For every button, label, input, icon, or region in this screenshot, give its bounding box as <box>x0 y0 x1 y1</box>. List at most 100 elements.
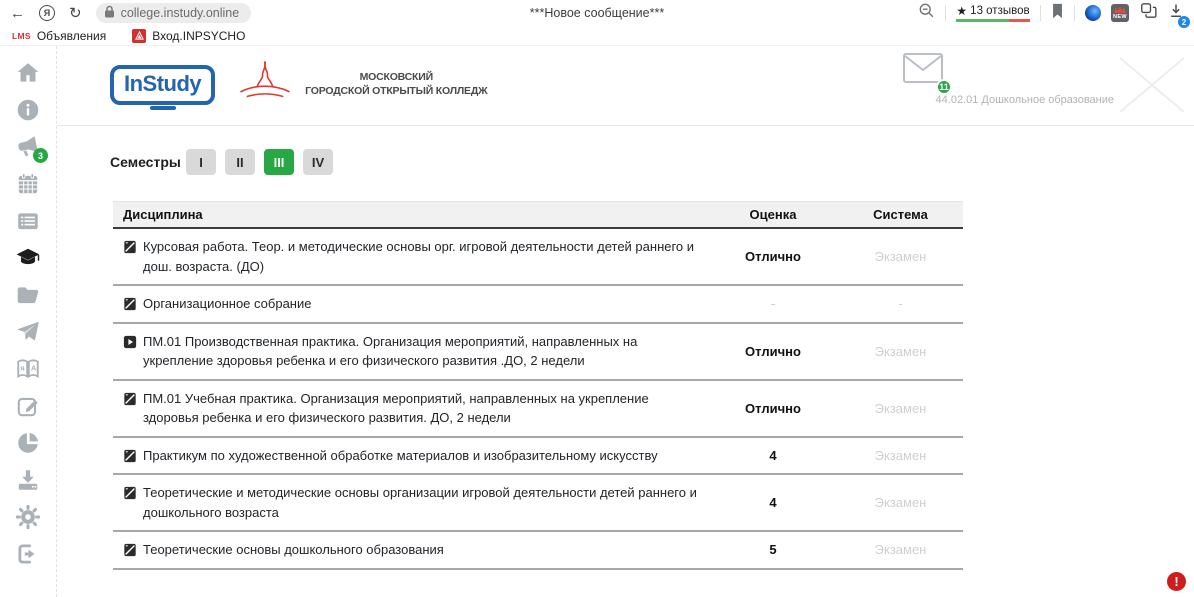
grade-value: Отлично <box>708 249 838 264</box>
announcements-badge: 3 <box>33 148 48 163</box>
back-button[interactable]: ← <box>10 5 25 22</box>
grade-value: Отлично <box>708 401 838 416</box>
divider <box>1074 5 1075 21</box>
sidebar-item-grades[interactable] <box>14 244 42 272</box>
semester-button-I[interactable]: I <box>186 149 216 175</box>
mail-button[interactable]: 11 <box>902 52 944 89</box>
sidebar-item-logout[interactable] <box>14 540 42 568</box>
main-content: InStudy МО <box>57 46 1194 597</box>
sidebar-item-settings[interactable] <box>14 503 42 531</box>
grade-value: - <box>708 296 838 311</box>
mail-badge: 11 <box>936 79 952 95</box>
discipline-title: Практикум по художественной обработке ма… <box>143 446 658 466</box>
zoom-out-icon[interactable] <box>918 2 935 24</box>
table-row[interactable]: ПМ.01 Производственная практика. Организ… <box>113 324 963 381</box>
table-row[interactable]: Практикум по художественной обработке ма… <box>113 438 963 476</box>
instudy-logo[interactable]: InStudy <box>110 65 215 105</box>
refresh-button[interactable]: ↻ <box>69 4 82 22</box>
sidebar-item-journal[interactable] <box>14 207 42 235</box>
extension-new-icon[interactable]: NEW <box>1111 4 1129 22</box>
sidebar-item-info[interactable] <box>14 96 42 124</box>
table-row[interactable]: Организационное собрание - - <box>113 286 963 324</box>
book-icon <box>123 392 137 406</box>
grades-table: Дисциплина Оценка Система Курсовая работ… <box>113 201 963 570</box>
sidebar-item-edit[interactable] <box>14 392 42 420</box>
semesters-row: Семестры IIIIIIIV <box>110 149 1194 175</box>
app-sidebar: 3 яA <box>0 46 57 597</box>
bookmark-label: Вход.INPSYCHO <box>152 29 245 43</box>
bookmark-label: Объявления <box>37 29 106 43</box>
program-label: 44.02.01 Дошкольное образование <box>936 94 1114 106</box>
college-name-line2: ГОРОДСКОЙ ОТКРЫТЫЙ КОЛЛЕДЖ <box>305 85 487 99</box>
yandex-home-button[interactable]: Я <box>39 5 55 21</box>
alert-icon[interactable]: ! <box>1167 572 1186 591</box>
table-body: Курсовая работа. Теор. и методические ос… <box>113 229 963 570</box>
sidebar-item-home[interactable] <box>14 59 42 87</box>
column-header-discipline: Дисциплина <box>113 207 708 222</box>
new-badge-label: NEW <box>1113 14 1127 22</box>
college-brand: МОСКОВСКИЙ ГОРОДСКОЙ ОТКРЫТЫЙ КОЛЛЕДЖ <box>233 58 487 111</box>
bookmarks-bar: LMS Объявления Вход.INPSYCHO <box>0 26 1194 46</box>
discipline-title: ПМ.01 Производственная практика. Организ… <box>143 332 698 371</box>
semester-button-III[interactable]: III <box>264 149 294 175</box>
table-header: Дисциплина Оценка Система <box>113 201 963 229</box>
discipline-title: Теоретические и методические основы орга… <box>143 483 698 522</box>
system-value: Экзамен <box>838 495 963 510</box>
instudy-logo-text: InStudy <box>124 71 201 96</box>
svg-text:я: я <box>20 364 24 373</box>
reviews-widget[interactable]: ★ 13 отзывов <box>956 4 1030 22</box>
svg-text:A: A <box>31 364 37 373</box>
discipline-title: ПМ.01 Учебная практика. Организация меро… <box>143 389 698 428</box>
college-name-line1: МОСКОВСКИЙ <box>305 71 487 85</box>
sidebar-item-calendar[interactable] <box>14 170 42 198</box>
table-row[interactable]: Теоретические основы дошкольного образов… <box>113 532 963 570</box>
sidebar-item-statistics[interactable] <box>14 429 42 457</box>
sidebar-item-downloads[interactable] <box>14 466 42 494</box>
discipline-title: Организационное собрание <box>143 294 311 314</box>
grade-value: 4 <box>708 495 838 510</box>
avatar-placeholder-x-icon[interactable] <box>1116 54 1188 121</box>
lms-favicon: LMS <box>12 31 31 41</box>
bookmark-inpsycho[interactable]: Вход.INPSYCHO <box>132 29 245 43</box>
column-header-system: Система <box>838 207 963 222</box>
discipline-title: Курсовая работа. Теор. и методические ос… <box>143 237 698 276</box>
grade-value: 5 <box>708 542 838 557</box>
table-row[interactable]: Теоретические и методические основы орга… <box>113 475 963 532</box>
semesters-label: Семестры <box>110 154 176 170</box>
page-header: InStudy МО <box>57 46 1194 126</box>
bookmark-flag-icon[interactable] <box>1051 3 1064 24</box>
bookmark-announcements[interactable]: LMS Объявления <box>12 29 106 43</box>
url-text: college.instudy.online <box>121 6 240 20</box>
system-value: Экзамен <box>838 249 963 264</box>
semester-button-II[interactable]: II <box>225 149 255 175</box>
sidebar-item-announcements[interactable]: 3 <box>14 133 42 161</box>
book-icon <box>123 449 137 463</box>
browser-window: ← Я ↻ college.instudy.online ***Новое со… <box>0 0 1194 597</box>
sidebar-item-files[interactable] <box>14 281 42 309</box>
book-icon <box>123 543 137 557</box>
downloads-button[interactable]: 2 <box>1168 2 1184 24</box>
table-row[interactable]: Курсовая работа. Теор. и методические ос… <box>113 229 963 286</box>
divider <box>945 5 946 21</box>
book-icon <box>123 297 137 311</box>
table-row[interactable]: ПМ.01 Учебная практика. Организация меро… <box>113 381 963 438</box>
sidebar-item-messages[interactable] <box>14 318 42 346</box>
inpsycho-favicon <box>132 29 146 43</box>
semester-buttons: IIIIIIIV <box>186 149 333 175</box>
system-value: Экзамен <box>838 542 963 557</box>
system-value: - <box>838 296 963 311</box>
tab-groups-icon[interactable] <box>1139 1 1158 25</box>
downloads-badge: 2 <box>1178 16 1190 28</box>
crown-shape <box>1114 6 1126 13</box>
semester-button-IV[interactable]: IV <box>303 149 333 175</box>
column-header-grade: Оценка <box>708 207 838 222</box>
discipline-title: Теоретические основы дошкольного образов… <box>143 540 444 560</box>
divider <box>1040 5 1041 21</box>
play-icon <box>123 335 137 349</box>
address-bar[interactable]: college.instudy.online <box>96 3 252 23</box>
book-icon <box>123 486 137 500</box>
system-value: Экзамен <box>838 344 963 359</box>
reviews-count: 13 отзывов <box>970 5 1029 17</box>
extension-sphere-icon[interactable] <box>1085 5 1101 21</box>
sidebar-item-translate[interactable]: яA <box>14 355 42 383</box>
